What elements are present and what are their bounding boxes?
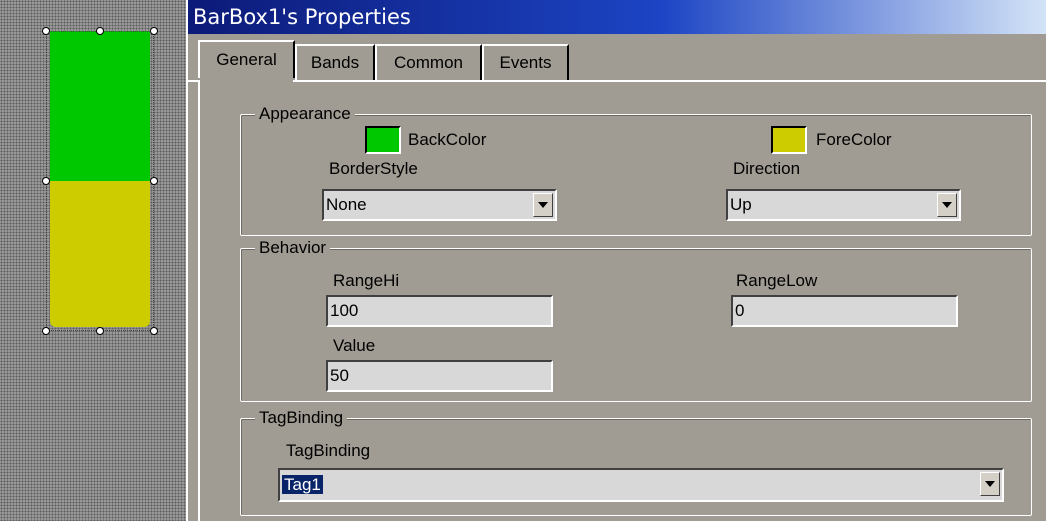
chevron-down-icon xyxy=(942,202,952,208)
rangelow-input[interactable]: 0 xyxy=(731,295,958,327)
rangelow-label: RangeLow xyxy=(736,271,818,290)
forecolor-label: ForeColor xyxy=(816,130,892,149)
borderstyle-value: None xyxy=(326,195,367,214)
tab-general[interactable]: General xyxy=(198,40,295,78)
resize-handle[interactable] xyxy=(96,27,104,35)
resize-handle[interactable] xyxy=(150,27,158,35)
direction-label: Direction xyxy=(733,159,801,178)
tagbinding-field-label: TagBinding xyxy=(286,441,371,460)
tab-content-border xyxy=(198,82,200,522)
resize-handle[interactable] xyxy=(150,327,158,335)
borderstyle-select[interactable]: None xyxy=(322,189,557,221)
tab-bands[interactable]: Bands xyxy=(295,44,375,80)
rangehi-label: RangeHi xyxy=(333,271,400,290)
direction-value: Up xyxy=(730,195,752,214)
direction-select[interactable]: Up xyxy=(726,189,961,221)
backcolor-label: BackColor xyxy=(408,130,487,149)
forecolor-swatch[interactable] xyxy=(771,126,807,154)
tagbinding-select[interactable]: Tag1 xyxy=(278,468,1004,502)
selection-outline xyxy=(46,31,154,331)
window-title[interactable]: BarBox1's Properties xyxy=(188,0,1046,34)
value-input[interactable]: 50 xyxy=(326,360,553,392)
value-label: Value xyxy=(333,336,376,355)
tagbinding-group-label: TagBinding xyxy=(255,408,348,428)
resize-handle[interactable] xyxy=(42,177,50,185)
rangehi-input[interactable]: 100 xyxy=(326,295,553,327)
tab-events[interactable]: Events xyxy=(482,44,569,80)
behavior-group-label: Behavior xyxy=(255,238,331,258)
tab-strip-line xyxy=(188,80,1046,82)
borderstyle-label: BorderStyle xyxy=(329,159,418,178)
backcolor-swatch[interactable] xyxy=(365,126,401,154)
chevron-down-icon xyxy=(985,481,995,487)
resize-handle[interactable] xyxy=(150,177,158,185)
tagbinding-value: Tag1 xyxy=(282,475,323,494)
resize-handle[interactable] xyxy=(96,327,104,335)
design-canvas[interactable] xyxy=(0,0,186,521)
tab-common[interactable]: Common xyxy=(375,44,482,80)
tagbinding-dropdown-button[interactable] xyxy=(980,472,1000,496)
borderstyle-dropdown-button[interactable] xyxy=(533,193,553,217)
barbox-object[interactable] xyxy=(42,27,158,335)
chevron-down-icon xyxy=(538,202,548,208)
direction-dropdown-button[interactable] xyxy=(937,193,957,217)
resize-handle[interactable] xyxy=(42,27,50,35)
active-tab-joint xyxy=(200,80,293,83)
appearance-group-label: Appearance xyxy=(255,104,355,124)
resize-handle[interactable] xyxy=(42,327,50,335)
